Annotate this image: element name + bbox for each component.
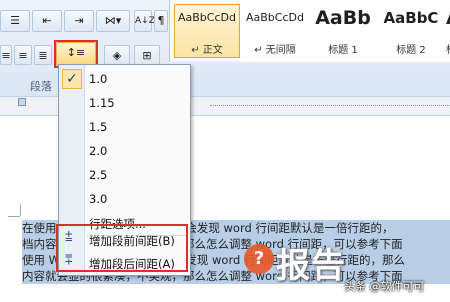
style-sample: AaBb (315, 7, 371, 29)
menu-item-1-0[interactable]: ✓ 1.0 (59, 67, 190, 91)
menu-item-2-0[interactable]: 2.0 (59, 139, 190, 163)
ruler-ticks (210, 105, 450, 106)
style-name: ↵ 无间隔 (254, 45, 296, 56)
list-icon[interactable]: ☰ (0, 10, 30, 32)
shading-icon[interactable]: ◈ (104, 45, 130, 65)
style-heading-2[interactable]: AaBbC 标题 2 (378, 4, 444, 58)
style-name: 标题 1 (328, 45, 358, 56)
style-normal[interactable]: AaBbCcDd ↵ 正文 (174, 4, 240, 58)
style-name: 标题 2 (396, 45, 426, 56)
menu-item-label: 1.0 (89, 72, 108, 86)
show-marks-icon[interactable]: ¶ (154, 10, 168, 32)
decrease-indent-icon[interactable]: ⇤ (32, 10, 62, 32)
margin-marker (20, 204, 21, 216)
style-heading-1[interactable]: AaBb 标题 1 (310, 4, 376, 58)
annotation-box-paragraph-spacing (56, 224, 188, 272)
menu-item-2-5[interactable]: 2.5 (59, 163, 190, 187)
menu-item-1-5[interactable]: 1.5 (59, 115, 190, 139)
style-sample: A (446, 7, 450, 29)
menu-item-label: 1.15 (89, 96, 115, 110)
check-icon: ✓ (62, 69, 82, 89)
styles-gallery: AaBbCcDd ↵ 正文 AaBbCcDd ↵ 无间隔 AaBb 标题 1 A… (169, 0, 450, 62)
watermark-logo-icon: ? (244, 244, 274, 274)
menu-item-1-15[interactable]: 1.15 (59, 91, 190, 115)
menu-item-3-0[interactable]: 3.0 (59, 187, 190, 211)
chinese-layout-icon[interactable]: ⋈▾ (96, 10, 130, 32)
align-left-icon[interactable]: ≡ (0, 45, 12, 65)
watermark-brand: 报告 (276, 246, 346, 286)
style-no-spacing[interactable]: AaBbCcDd ↵ 无间隔 (242, 4, 308, 58)
style-sample: AaBbCcDd (246, 11, 304, 24)
menu-item-label: 2.5 (89, 168, 108, 182)
margin-marker (8, 216, 20, 217)
paragraph-group-label: 段落 (30, 80, 52, 93)
menu-item-label: 3.0 (89, 192, 108, 206)
borders-icon[interactable]: ⊞ (134, 45, 160, 65)
style-sample: AaBbCcDd (178, 11, 236, 24)
align-center-icon[interactable]: ≡ (14, 45, 32, 65)
style-title[interactable]: A 标 (445, 4, 450, 58)
style-name: ↵ 正文 (191, 45, 223, 56)
watermark-author: 头条 @软件可可 (344, 280, 425, 293)
sort-icon[interactable]: A↓Z (134, 10, 155, 32)
menu-item-label: 1.5 (89, 120, 108, 134)
style-sample: AaBbC (383, 9, 439, 27)
style-name: 标 (446, 41, 450, 56)
indent-marker-icon[interactable] (18, 98, 26, 106)
increase-indent-icon[interactable]: ⇥ (64, 10, 94, 32)
menu-item-label: 2.0 (89, 144, 108, 158)
justify-icon[interactable]: ≣ (34, 45, 52, 65)
